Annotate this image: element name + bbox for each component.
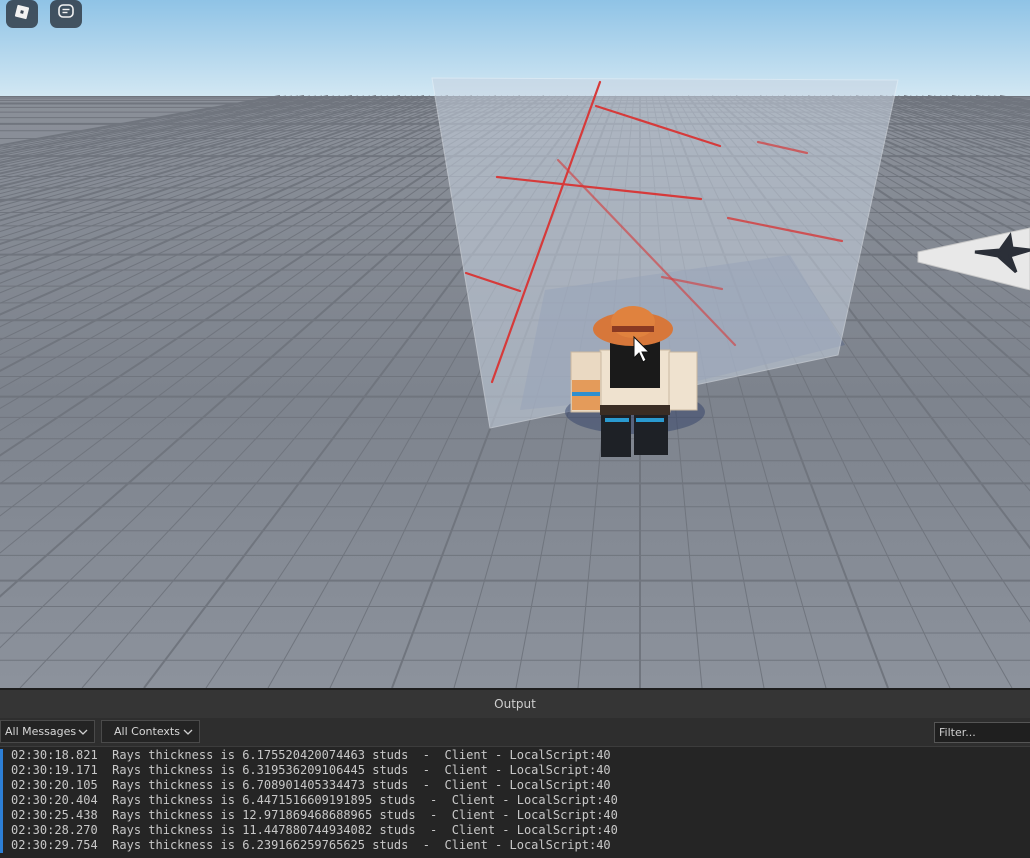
roblox-logo-icon xyxy=(13,3,31,25)
messages-filter-label: All Messages xyxy=(5,725,77,738)
log-line[interactable]: 02:30:20.105 Rays thickness is 6.7089014… xyxy=(11,778,611,793)
log-line[interactable]: 02:30:18.821 Rays thickness is 6.1755204… xyxy=(11,748,611,763)
contexts-filter-label: All Contexts xyxy=(114,725,180,738)
3d-scene[interactable] xyxy=(0,0,1030,688)
chevron-down-icon xyxy=(183,727,193,740)
contexts-filter-dropdown[interactable]: All Contexts xyxy=(101,720,200,743)
chevron-down-icon xyxy=(78,727,88,740)
roblox-menu-button[interactable] xyxy=(6,0,38,28)
output-log[interactable]: 02:30:18.821 Rays thickness is 6.1755204… xyxy=(0,746,1030,858)
output-panel: Output All Messages All Contexts 02:30:1… xyxy=(0,688,1030,858)
filter-input[interactable] xyxy=(934,722,1030,743)
log-line[interactable]: 02:30:20.404 Rays thickness is 6.4471516… xyxy=(11,793,618,808)
log-line[interactable]: 02:30:19.171 Rays thickness is 6.3195362… xyxy=(11,763,611,778)
chat-bubble-icon xyxy=(57,3,75,25)
game-viewport[interactable] xyxy=(0,0,1030,688)
output-title: Output xyxy=(494,697,536,711)
messages-filter-dropdown[interactable]: All Messages xyxy=(0,720,95,743)
output-toolbar: All Messages All Contexts xyxy=(0,718,1030,745)
chat-toggle-button[interactable] xyxy=(50,0,82,28)
log-line[interactable]: 02:30:29.754 Rays thickness is 6.2391662… xyxy=(11,838,611,853)
log-line[interactable]: 02:30:28.270 Rays thickness is 11.447880… xyxy=(11,823,618,838)
output-header: Output xyxy=(0,688,1030,718)
log-selection-bar xyxy=(0,749,3,853)
log-line[interactable]: 02:30:25.438 Rays thickness is 12.971869… xyxy=(11,808,618,823)
